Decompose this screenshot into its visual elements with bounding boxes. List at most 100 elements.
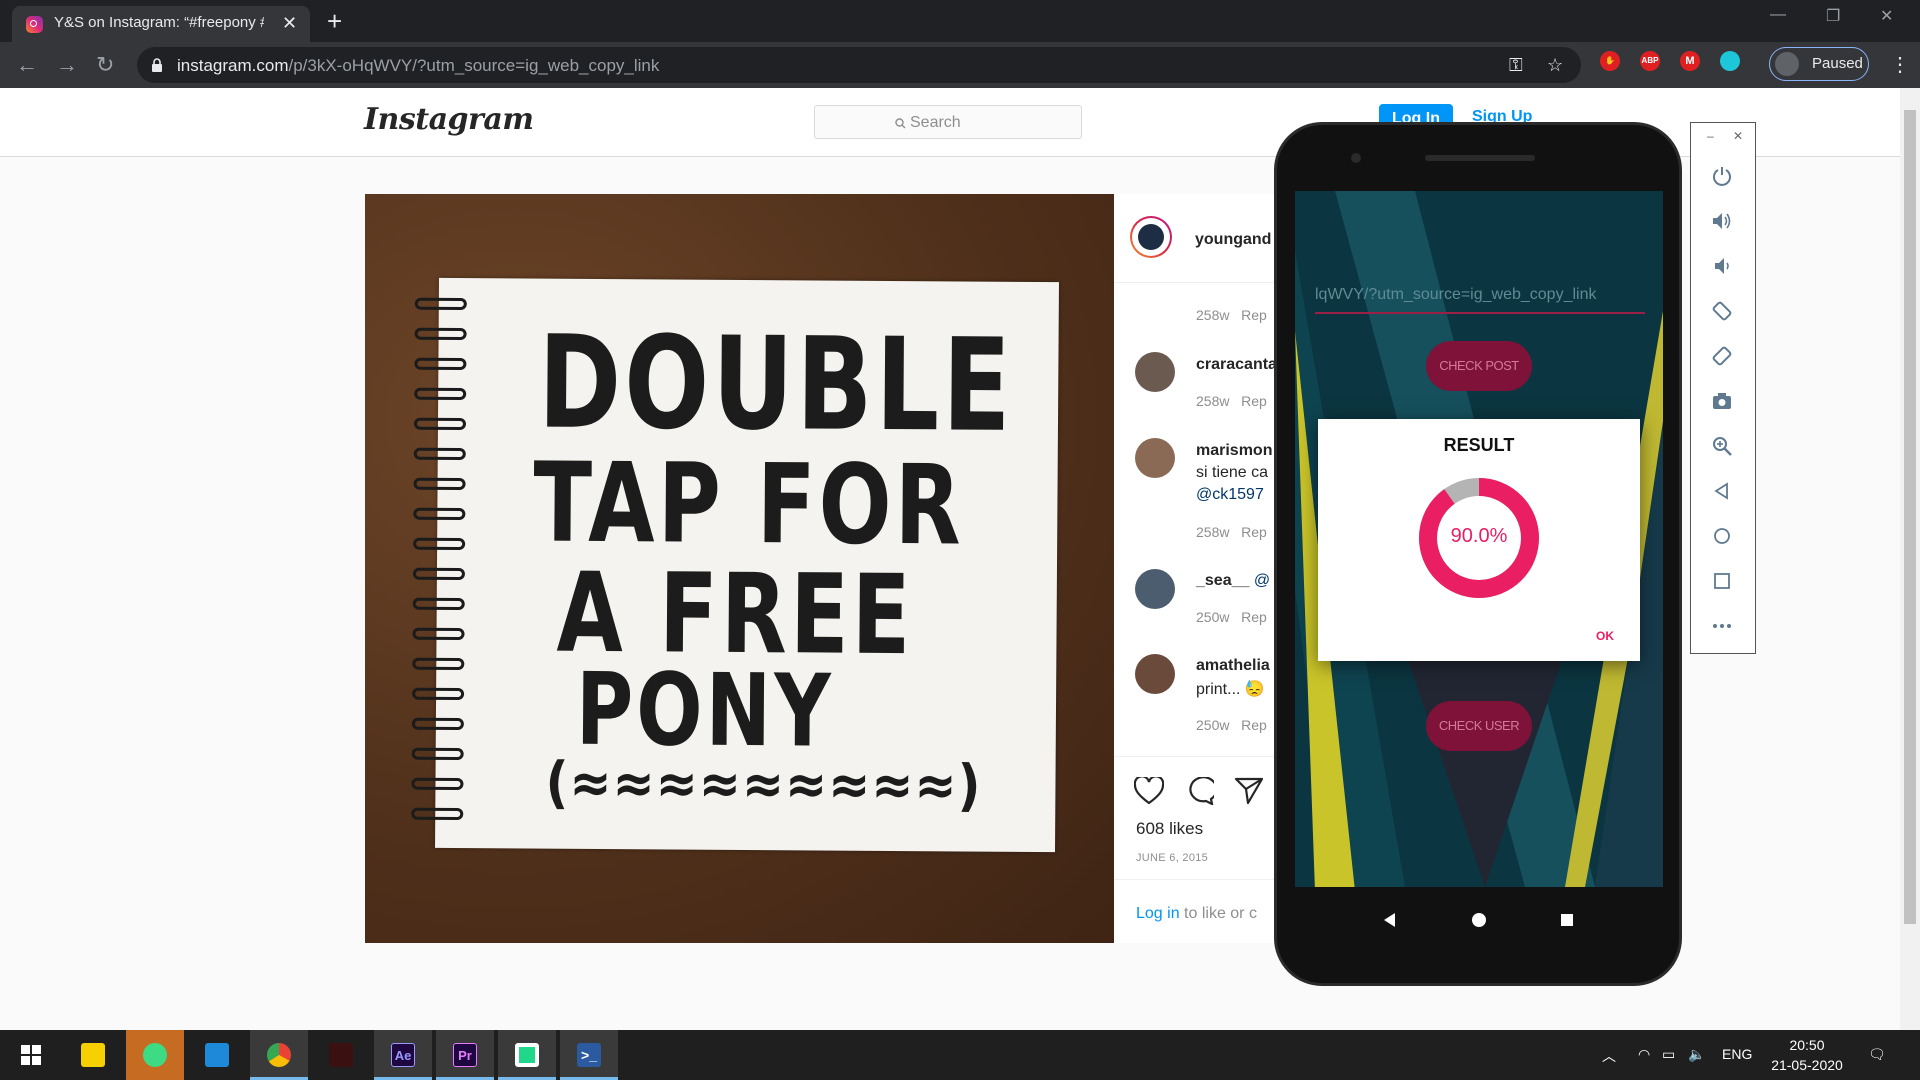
android-studio-icon[interactable]: [126, 1030, 184, 1080]
likes-count[interactable]: 608 likes: [1136, 819, 1203, 839]
result-dialog: RESULT 90.0% OK: [1318, 419, 1640, 661]
key-icon[interactable]: ⚿: [1509, 55, 1523, 76]
chevron-up-icon[interactable]: ︿: [1602, 1046, 1616, 1066]
more-icon[interactable]: [1711, 615, 1733, 637]
avatar[interactable]: [1135, 438, 1175, 478]
back-arrow-icon[interactable]: ←: [16, 52, 38, 78]
comment-age: 250w Rep: [1196, 717, 1267, 733]
comment-text: si tiene ca: [1196, 464, 1269, 481]
rotate-right-icon[interactable]: [1711, 345, 1733, 367]
android-back-icon[interactable]: [1383, 913, 1397, 927]
comment-username[interactable]: amathelia: [1196, 657, 1270, 675]
comment-age: 258w Rep: [1196, 524, 1267, 540]
star-bookmark-icon[interactable]: ☆: [1547, 55, 1563, 76]
forward-arrow-icon[interactable]: →: [56, 52, 78, 78]
post-image[interactable]: DOUBLE TAP FOR A FREE PONY (≈≈≈≈≈≈≈≈≈): [365, 194, 1114, 943]
spiral-ring: [413, 477, 466, 491]
windows-start-icon[interactable]: [2, 1030, 60, 1080]
sticky-notes-icon[interactable]: [64, 1030, 122, 1080]
check-post-button[interactable]: CHECK POST: [1426, 341, 1532, 391]
new-tab-icon[interactable]: +: [327, 6, 342, 37]
teal-extension-icon[interactable]: [1720, 51, 1740, 71]
comment-text: print... 😓: [1196, 681, 1265, 698]
owner-username[interactable]: youngand: [1195, 231, 1271, 249]
reply-link[interactable]: Rep: [1241, 717, 1267, 733]
tab-strip: Y&S on Instagram: “#freepony #c ✕ + — ❐ …: [0, 0, 1920, 42]
reply-link[interactable]: Rep: [1241, 393, 1267, 409]
post-url-input[interactable]: lqWVY/?utm_source=ig_web_copy_link: [1315, 286, 1645, 314]
volume-down-icon[interactable]: [1711, 255, 1733, 277]
home-icon[interactable]: [1711, 525, 1733, 547]
close-tab-icon[interactable]: ✕: [282, 13, 297, 34]
clock[interactable]: 20:50 21-05-2020: [1762, 1035, 1852, 1075]
rotate-left-icon[interactable]: [1711, 300, 1733, 322]
reload-icon[interactable]: ↻: [96, 52, 114, 78]
window-close-icon[interactable]: ✕: [1880, 6, 1893, 26]
comment-username[interactable]: marismon: [1196, 442, 1272, 460]
tab-instagram[interactable]: Y&S on Instagram: “#freepony #c ✕: [12, 6, 310, 42]
spiral-ring: [412, 657, 465, 671]
share-icon[interactable]: [1234, 777, 1264, 805]
notification-icon[interactable]: 🗨: [1868, 1046, 1886, 1063]
instagram-logo[interactable]: Instagram: [364, 102, 534, 137]
pycharm-icon[interactable]: [498, 1030, 556, 1080]
abp-extension-icon[interactable]: ABP: [1640, 51, 1660, 71]
panel-minimize-icon[interactable]: –: [1707, 129, 1714, 143]
notebook-page: DOUBLE TAP FOR A FREE PONY (≈≈≈≈≈≈≈≈≈): [411, 277, 1059, 853]
comment-icon[interactable]: [1184, 777, 1214, 805]
comment-username[interactable]: _sea__ @: [1196, 572, 1270, 590]
reply-link[interactable]: Rep: [1241, 609, 1267, 625]
volume-up-icon[interactable]: [1711, 210, 1733, 232]
spiral-ring: [412, 567, 465, 581]
mention-link[interactable]: @ck1597: [1196, 486, 1264, 504]
dialog-title: RESULT: [1443, 435, 1515, 455]
browser-menu-icon[interactable]: ⋮: [1890, 52, 1910, 77]
clock-time: 20:50: [1789, 1037, 1825, 1053]
android-overview-icon[interactable]: [1561, 914, 1573, 926]
power-icon[interactable]: [1711, 165, 1733, 187]
back-icon[interactable]: [1711, 480, 1733, 502]
android-home-icon[interactable]: [1472, 913, 1486, 927]
camera-icon[interactable]: [1711, 390, 1733, 412]
reply-link[interactable]: Rep: [1241, 524, 1267, 540]
spiral-ring: [414, 297, 467, 311]
check-user-button[interactable]: CHECK USER: [1426, 701, 1532, 751]
overview-icon[interactable]: [1711, 570, 1733, 592]
page-scrollbar[interactable]: [1900, 88, 1920, 1030]
vscode-icon[interactable]: [188, 1030, 246, 1080]
url-text[interactable]: instagram.com/p/3kX-oHqWVY/?utm_source=i…: [177, 56, 659, 76]
profile-button[interactable]: Paused: [1769, 47, 1869, 81]
avatar[interactable]: [1135, 569, 1175, 609]
after-effects-icon[interactable]: Ae: [374, 1030, 432, 1080]
instagram-favicon-icon: [26, 16, 43, 33]
powershell-icon[interactable]: >_: [560, 1030, 618, 1080]
shield-extension-icon[interactable]: ✋: [1600, 51, 1620, 71]
comment-username[interactable]: craracanta: [1196, 356, 1277, 374]
avatar[interactable]: [1135, 352, 1175, 392]
heart-icon[interactable]: [1134, 777, 1164, 805]
predator-icon[interactable]: [312, 1030, 370, 1080]
login-link[interactable]: Log in: [1136, 905, 1180, 922]
owner-avatar[interactable]: [1130, 216, 1172, 258]
search-input[interactable]: Search: [814, 105, 1082, 139]
profile-status-label: Paused: [1812, 55, 1863, 72]
language-indicator[interactable]: ENG: [1722, 1046, 1752, 1062]
avatar[interactable]: [1135, 654, 1175, 694]
scrollbar-thumb[interactable]: [1904, 110, 1916, 924]
restore-icon[interactable]: ❐: [1826, 6, 1840, 26]
premiere-icon[interactable]: Pr: [436, 1030, 494, 1080]
battery-icon[interactable]: ▭: [1662, 1046, 1675, 1063]
spiral-ring: [412, 627, 465, 641]
ok-button[interactable]: OK: [1596, 629, 1614, 643]
wifi-icon[interactable]: ◠: [1638, 1046, 1650, 1063]
speaker-icon[interactable]: 🔈: [1688, 1046, 1705, 1063]
address-bar[interactable]: instagram.com/p/3kX-oHqWVY/?utm_source=i…: [137, 47, 1581, 83]
chrome-icon[interactable]: [250, 1030, 308, 1080]
zoom-icon[interactable]: [1711, 435, 1733, 457]
m-extension-icon[interactable]: M: [1680, 51, 1700, 71]
windows-logo-icon: [21, 1045, 41, 1065]
minimize-icon[interactable]: —: [1770, 6, 1786, 24]
panel-close-icon[interactable]: ✕: [1733, 129, 1743, 143]
spiral-ring: [414, 387, 467, 401]
reply-link[interactable]: Rep: [1241, 307, 1267, 323]
